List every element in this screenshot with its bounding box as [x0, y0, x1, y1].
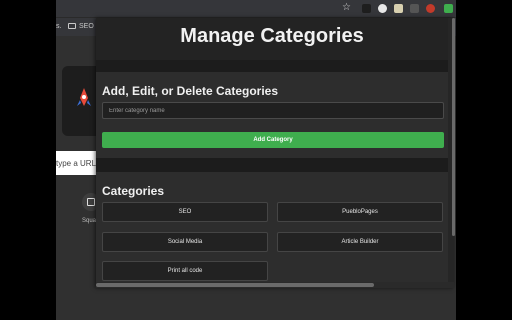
divider — [96, 60, 448, 72]
extension-popup: Manage Categories Add, Edit, or Delete C… — [96, 18, 454, 288]
category-button[interactable]: PuebloPages — [277, 202, 443, 222]
category-button[interactable]: SEO — [102, 202, 268, 222]
search-input[interactable]: type a URL — [56, 151, 100, 175]
folder-icon — [68, 23, 76, 29]
star-icon[interactable]: ☆ — [342, 2, 351, 13]
extension-icon[interactable] — [378, 4, 387, 13]
rocket-icon — [77, 88, 91, 106]
page-title: Manage Categories — [180, 25, 364, 47]
section-title: Categories — [102, 184, 165, 198]
shortcut-label: Squa — [82, 218, 97, 224]
category-button[interactable]: Print all code — [102, 261, 268, 281]
extension-icon[interactable] — [410, 4, 419, 13]
horizontal-scrollbar[interactable] — [96, 282, 454, 288]
category-button[interactable]: Social Media — [102, 232, 268, 252]
vertical-scrollbar[interactable] — [452, 18, 455, 236]
divider — [96, 158, 448, 172]
popup-header: Manage Categories — [96, 18, 448, 60]
extension-icon[interactable] — [426, 4, 435, 13]
section-title: Add, Edit, or Delete Categories — [102, 84, 279, 98]
bookmark-item[interactable]: s. — [56, 23, 61, 30]
category-name-input[interactable] — [102, 102, 444, 119]
extension-icon[interactable] — [362, 4, 371, 13]
add-category-button[interactable]: Add Category — [102, 132, 444, 148]
category-button[interactable]: Article Builder — [277, 232, 443, 252]
extension-icon[interactable] — [444, 4, 453, 13]
extension-icon[interactable] — [394, 4, 403, 13]
browser-toolbar: ☆ — [56, 0, 456, 18]
scrollbar-thumb[interactable] — [96, 283, 374, 287]
